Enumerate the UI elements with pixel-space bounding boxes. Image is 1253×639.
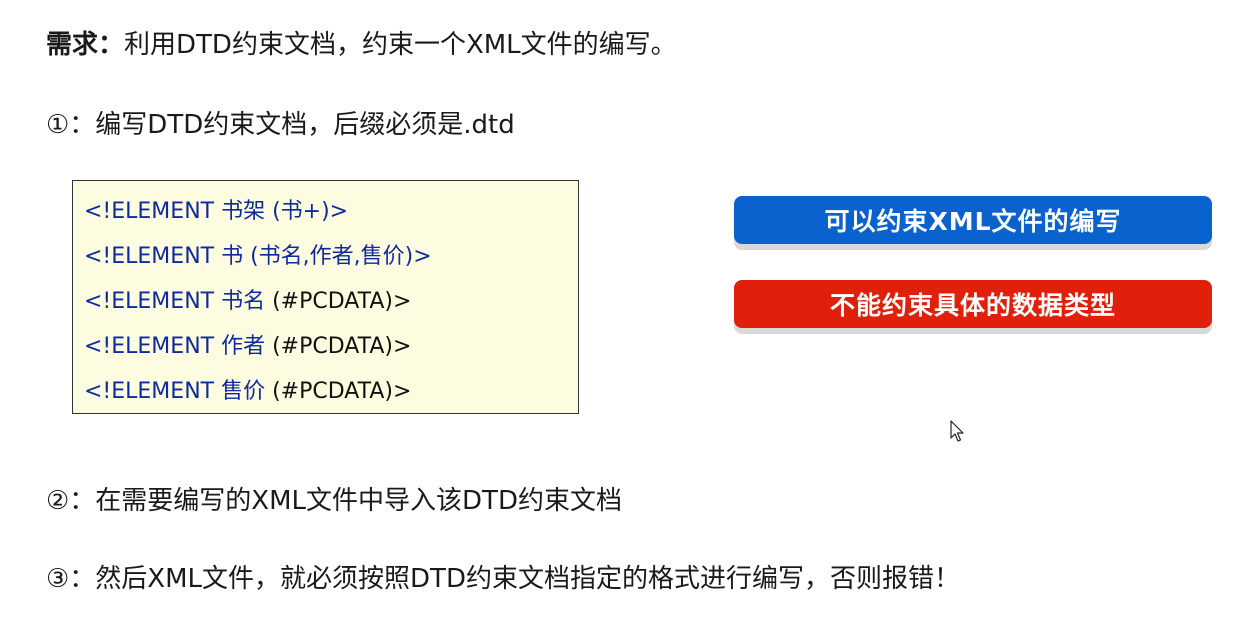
step-1: ①：编写DTD约束文档，后缀必须是.dtd: [46, 110, 515, 140]
dtd-line-book: <!ELEMENT 书 (书名,作者,售价)>: [84, 244, 432, 269]
dtd-line-price-type: (#PCDATA)>: [272, 379, 412, 404]
requirement-heading: 需求：利用DTD约束文档，约束一个XML文件的编写。: [46, 28, 677, 62]
requirement-text: 利用DTD约束文档，约束一个XML文件的编写。: [124, 30, 677, 60]
dtd-line-title: <!ELEMENT 书名 (#PCDATA)>: [84, 287, 411, 317]
dtd-line-price-decl: <!ELEMENT 售价: [84, 379, 273, 404]
requirement-label: 需求：: [46, 30, 125, 60]
callout-can-constrain: 可以约束XML文件的编写: [734, 196, 1212, 244]
dtd-line-price: <!ELEMENT 售价 (#PCDATA)>: [84, 377, 411, 407]
mouse-cursor-icon: [950, 420, 964, 442]
dtd-line-bookshelf: <!ELEMENT 书架 (书+)>: [84, 199, 349, 224]
dtd-code-box: <!ELEMENT 书架 (书+)> <!ELEMENT 书 (书名,作者,售价…: [72, 180, 579, 414]
step-3: ③：然后XML文件，就必须按照DTD约束文档指定的格式进行编写，否则报错！: [46, 564, 960, 594]
dtd-line-author-decl: <!ELEMENT 作者: [84, 334, 273, 359]
dtd-line-author: <!ELEMENT 作者 (#PCDATA)>: [84, 332, 411, 362]
dtd-line-title-decl: <!ELEMENT 书名: [84, 289, 273, 314]
dtd-line-title-type: (#PCDATA)>: [272, 289, 412, 314]
callout-cannot-constrain: 不能约束具体的数据类型: [734, 280, 1212, 328]
dtd-line-author-type: (#PCDATA)>: [272, 334, 412, 359]
step-2: ②：在需要编写的XML文件中导入该DTD约束文档: [46, 486, 622, 516]
